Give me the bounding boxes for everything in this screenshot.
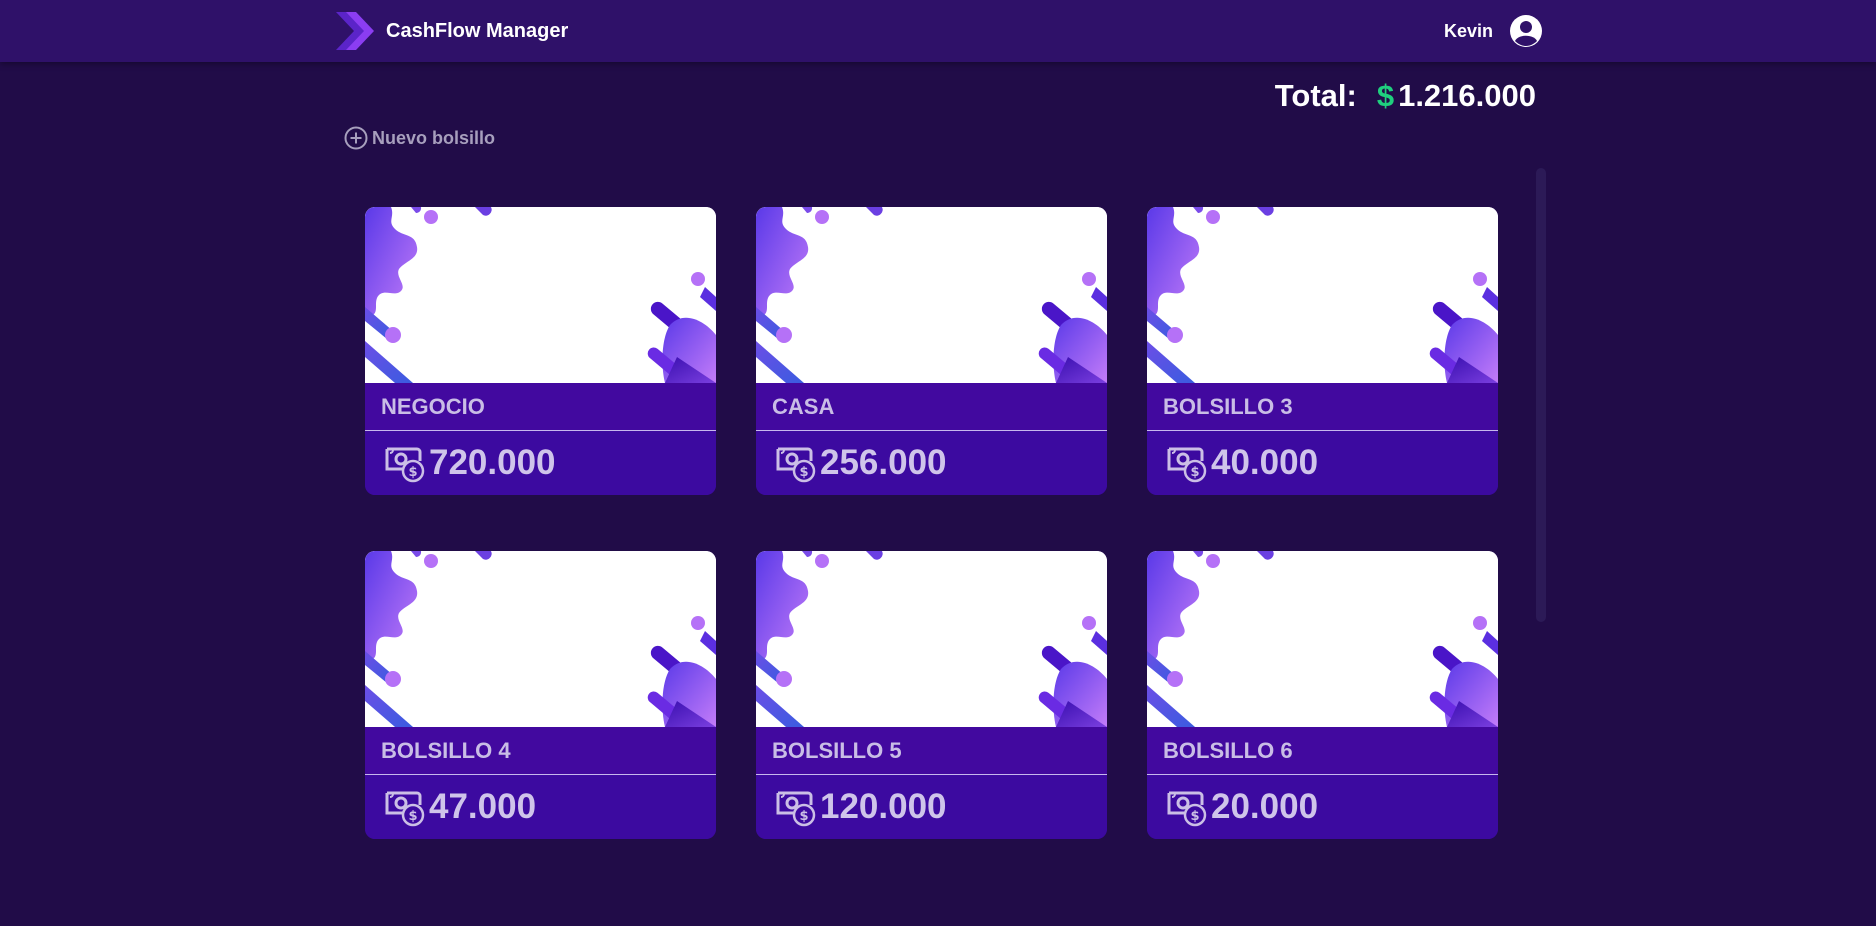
pocket-name: BOLSILLO 5	[756, 727, 1107, 775]
user-circle-icon[interactable]	[1509, 14, 1543, 48]
pocket-name: CASA	[756, 383, 1107, 431]
card-banner-image	[1147, 207, 1498, 383]
pocket-amount-row: 47.000	[365, 775, 716, 839]
card-banner-image	[365, 207, 716, 383]
user-menu[interactable]: Kevin	[1444, 14, 1543, 48]
pocket-card[interactable]: CASA 256.000	[756, 207, 1107, 495]
pocket-card[interactable]: BOLSILLO 3 40.000	[1147, 207, 1498, 495]
pocket-amount-row: 256.000	[756, 431, 1107, 495]
pocket-amount: 120.000	[820, 787, 947, 826]
card-banner-image	[1147, 551, 1498, 727]
pocket-name: BOLSILLO 4	[365, 727, 716, 775]
pocket-amount: 20.000	[1211, 787, 1319, 826]
money-bill-icon	[383, 787, 425, 827]
pocket-card[interactable]: BOLSILLO 6 20.000	[1147, 551, 1498, 839]
chevron-logo-icon	[336, 12, 374, 50]
brand[interactable]: CashFlow Manager	[334, 8, 568, 54]
app-name: CashFlow Manager	[386, 19, 569, 42]
total-balance: Total: $ 1.216.000	[1275, 78, 1536, 114]
money-bill-icon	[383, 443, 425, 483]
scrollbar[interactable]	[1536, 168, 1546, 622]
currency-symbol: $	[1376, 78, 1395, 113]
total-value: 1.216.000	[1398, 78, 1536, 113]
money-bill-icon	[1165, 787, 1207, 827]
pocket-amount-row: 40.000	[1147, 431, 1498, 495]
new-pocket-label: Nuevo bolsillo	[372, 127, 496, 148]
user-name: Kevin	[1443, 20, 1493, 41]
pocket-amount: 256.000	[820, 443, 947, 482]
card-banner-image	[365, 551, 716, 727]
pocket-card[interactable]: NEGOCIO 720.000	[365, 207, 716, 495]
new-pocket-button[interactable]: Nuevo bolsillo	[344, 126, 495, 150]
pocket-name: NEGOCIO	[365, 383, 716, 431]
money-bill-icon	[1165, 443, 1207, 483]
plus-circle-icon	[344, 126, 368, 150]
pocket-amount-row: 720.000	[365, 431, 716, 495]
pocket-card[interactable]: BOLSILLO 5 120.000	[756, 551, 1107, 839]
pocket-name: BOLSILLO 3	[1147, 383, 1498, 431]
total-label: Total:	[1274, 78, 1357, 113]
card-banner-image	[756, 551, 1107, 727]
pocket-name: BOLSILLO 6	[1147, 727, 1498, 775]
pocket-amount: 47.000	[429, 787, 537, 826]
pocket-card[interactable]: BOLSILLO 4 47.000	[365, 551, 716, 839]
pocket-amount: 40.000	[1211, 443, 1319, 482]
pocket-amount-row: 120.000	[756, 775, 1107, 839]
pocket-amount-row: 20.000	[1147, 775, 1498, 839]
pocket-amount: 720.000	[429, 443, 556, 482]
card-banner-image	[756, 207, 1107, 383]
money-bill-icon	[774, 787, 816, 827]
money-bill-icon	[774, 443, 816, 483]
top-navbar: CashFlow Manager Kevin	[0, 0, 1876, 62]
